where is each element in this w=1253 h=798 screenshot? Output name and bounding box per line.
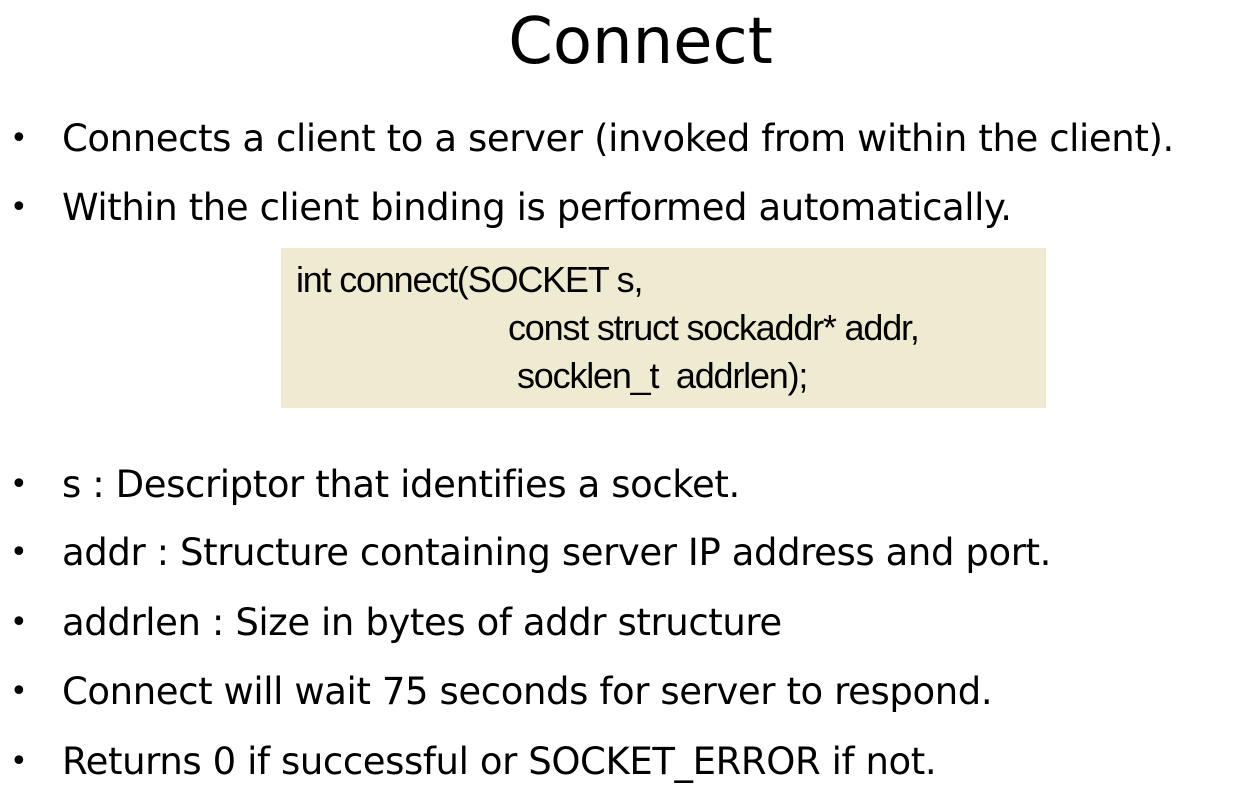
bullet-text: Within the client binding is performed a… bbox=[62, 186, 1012, 229]
slide-title: Connect bbox=[508, 5, 773, 79]
bullet-item: • addr : Structure containing server IP … bbox=[0, 528, 1253, 578]
bullet-text: Connects a client to a server (invoked f… bbox=[62, 117, 1174, 160]
bullet-text: Connect will wait 75 seconds for server … bbox=[62, 670, 993, 713]
bullet-item: • addrlen : Size in bytes of addr struct… bbox=[0, 598, 1253, 648]
slide: Connect • Connects a client to a server … bbox=[0, 0, 1253, 798]
bullet-item: • Returns 0 if successful or SOCKET_ERRO… bbox=[0, 737, 1253, 787]
bullet-icon: • bbox=[10, 744, 28, 779]
bullet-item: • Connect will wait 75 seconds for serve… bbox=[0, 667, 1253, 717]
code-line: const struct sockaddr* addr, bbox=[508, 307, 920, 348]
code-line: socklen_t addrlen); bbox=[517, 355, 808, 396]
bullet-icon: • bbox=[10, 190, 28, 225]
bullet-text: addrlen : Size in bytes of addr structur… bbox=[62, 601, 782, 644]
bullet-icon: • bbox=[10, 121, 28, 156]
bullet-icon: • bbox=[10, 467, 28, 502]
bullet-icon: • bbox=[10, 605, 28, 640]
code-line: int connect(SOCKET s, bbox=[296, 259, 643, 300]
code-snippet: int connect(SOCKET s, const struct socka… bbox=[281, 248, 1046, 408]
bullet-icon: • bbox=[10, 674, 28, 709]
bullet-text: Returns 0 if successful or SOCKET_ERROR … bbox=[62, 740, 937, 783]
bullet-item: • Connects a client to a server (invoked… bbox=[0, 114, 1253, 164]
bullet-item: • Within the client binding is performed… bbox=[0, 183, 1253, 233]
bullet-text: s : Descriptor that identifies a socket. bbox=[62, 463, 740, 506]
bullet-item: • s : Descriptor that identifies a socke… bbox=[0, 460, 1253, 510]
bullet-icon: • bbox=[10, 535, 28, 570]
bullet-text: addr : Structure containing server IP ad… bbox=[62, 531, 1052, 574]
